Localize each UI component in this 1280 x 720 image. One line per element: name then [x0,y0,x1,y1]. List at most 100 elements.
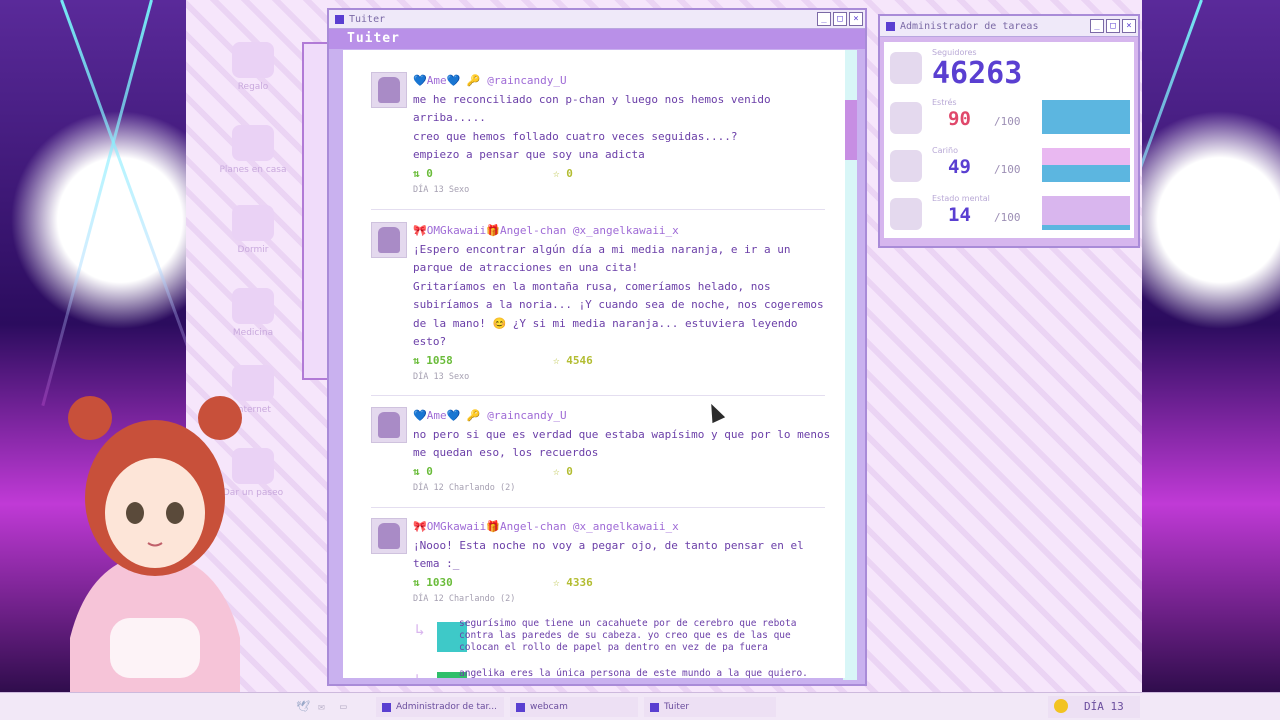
maximize-button[interactable]: □ [833,12,847,26]
avatar[interactable] [371,518,407,554]
stat-max: /100 [994,211,1021,224]
post: 💙Ame💙 🔑 @raincandy_U me he reconciliado … [371,72,831,202]
taskbar: 🕊 ✉ ▭ Administrador de tar... webcam Tui… [0,692,1280,720]
stat-value: 49 [948,156,971,178]
window-title: Administrador de tareas [900,20,1039,32]
favorite-button[interactable]: ☆ 0 [553,165,573,184]
stress-stat: Estrés 90 /100 [890,98,1130,140]
task-manager-titlebar[interactable]: Administrador de tareas _ □ × [880,16,1138,37]
avatar[interactable] [371,222,407,258]
followers-icon [890,52,922,84]
minimize-button[interactable]: _ [1090,19,1104,33]
affection-bar [1042,148,1130,182]
retweet-button[interactable]: ⇅ 1030 [413,574,553,593]
followers-value: 46263 [932,56,1023,91]
post-text: ¡Espero encontrar algún día a mi media n… [413,242,824,349]
favorite-button[interactable]: ☆ 0 [553,463,573,482]
app-icon [886,21,895,31]
tuiter-titlebar[interactable]: Tuiter _ □ × [329,10,865,29]
divider [371,507,825,508]
affection-icon [890,150,922,182]
monitor-icon[interactable]: ▭ [340,695,347,719]
favorite-button[interactable]: ☆ 4546 [553,352,593,371]
tuiter-window: Tuiter _ □ × Tuiter 💙Ame💙 🔑 @raincandy_U… [327,8,867,686]
favorite-count: 0 [566,166,573,180]
post-text: ¡Nooo! Esta noche no voy a pegar ojo, de… [413,538,804,571]
day-indicator: DÍA 13 [1048,696,1140,718]
post-user[interactable]: 🎀OMGkawaii🎁Angel-chan @x_angelkawaii_x [413,222,833,241]
favorite-count: 0 [566,464,573,478]
day-label: DÍA 13 [1084,700,1124,713]
gift-icon [232,42,274,78]
close-button[interactable]: × [1122,19,1136,33]
mental-state-icon [890,198,922,230]
retweet-count: 1058 [426,353,453,367]
post-user[interactable]: 💙Ame💙 🔑 @raincandy_U [413,407,833,426]
taskbar-item-task-manager[interactable]: Administrador de tar... [376,697,504,717]
window-title: Tuiter [349,13,386,25]
post-date: DÍA 13 Sexo [413,185,470,195]
bird-icon[interactable]: 🕊 [296,695,310,719]
retweet-button[interactable]: ⇅ 0 [413,165,553,184]
bed-icon [232,205,274,241]
reply-item: ↳ angelika eres la única persona de este… [415,668,835,678]
post-user[interactable]: 🎀OMGkawaii🎁Angel-chan @x_angelkawaii_x [413,518,833,537]
house-icon [232,125,274,161]
stat-max: /100 [994,163,1021,176]
stream-scene: Regalo Planes en casa Dormir Medicina In… [0,0,1280,720]
stat-label: Estado mental [932,194,990,203]
sun-icon [1054,699,1068,713]
retweet-count: 1030 [426,575,453,589]
stat-max: /100 [994,115,1021,128]
followers-stat: Seguidores 46263 [890,48,1130,91]
stat-label: Estrés [932,98,957,107]
post-date: DÍA 12 Charlando (2) [413,594,516,604]
desktop-icon-dormir[interactable]: Dormir [208,205,298,255]
post-user[interactable]: 💙Ame💙 🔑 @raincandy_U [413,72,833,91]
post-text: me he reconciliado con p-chan y luego no… [413,92,771,162]
affection-stat: Cariño 49 /100 [890,146,1130,188]
maximize-button[interactable]: □ [1106,19,1120,33]
divider [371,395,825,396]
divider [371,209,825,210]
scrollbar-thumb[interactable] [843,100,857,160]
reply-arrow-icon: ↳ [415,620,425,639]
post-date: DÍA 13 Sexo [413,372,470,382]
taskbar-item-tuiter[interactable]: Tuiter [644,697,776,717]
favorite-count: 4336 [566,575,593,589]
desktop-icon-planes-en-casa[interactable]: Planes en casa [208,125,298,175]
task-manager-window: Administrador de tareas _ □ × Seguidores… [878,14,1140,248]
stress-bar [1042,100,1130,134]
avatar[interactable] [371,407,407,443]
retweet-button[interactable]: ⇅ 0 [413,463,553,482]
reply-text: segurísimo que tiene un cacahuete por de… [459,618,797,653]
tuiter-header: Tuiter [329,29,865,49]
tuiter-feed: 💙Ame💙 🔑 @raincandy_U me he reconciliado … [343,50,845,678]
post-text: no pero si que es verdad que estaba wapí… [413,427,831,460]
minimize-button[interactable]: _ [817,12,831,26]
reply-item: ↳ segurísimo que tiene un cacahuete por … [415,618,835,654]
mail-icon[interactable]: ✉ [318,695,325,719]
desktop-icon-regalo[interactable]: Regalo [208,42,298,92]
app-icon [335,14,344,24]
reply-text: angelika eres la única persona de este m… [459,668,808,678]
stress-icon [890,102,922,134]
retweet-count: 0 [426,166,433,180]
close-button[interactable]: × [849,12,863,26]
post: 🎀OMGkawaii🎁Angel-chan @x_angelkawaii_x ¡… [371,518,831,613]
pill-icon [232,288,274,324]
retweet-count: 0 [426,464,433,478]
mental-state-stat: Estado mental 14 /100 [890,194,1130,236]
retweet-button[interactable]: ⇅ 1058 [413,352,553,371]
taskbar-item-webcam[interactable]: webcam [510,697,638,717]
desktop-icon-medicina[interactable]: Medicina [208,288,298,338]
favorite-button[interactable]: ☆ 4336 [553,574,593,593]
reply-arrow-icon: ↳ [415,672,425,679]
stat-label: Cariño [932,146,958,155]
post: 💙Ame💙 🔑 @raincandy_U no pero si que es v… [371,407,831,502]
mental-state-bar [1042,196,1130,230]
favorite-count: 4546 [566,353,593,367]
avatar[interactable] [371,72,407,108]
post-date: DÍA 12 Charlando (2) [413,483,516,493]
task-manager-stats: Seguidores 46263 Estrés 90 /100 Cariño 4… [884,42,1134,238]
